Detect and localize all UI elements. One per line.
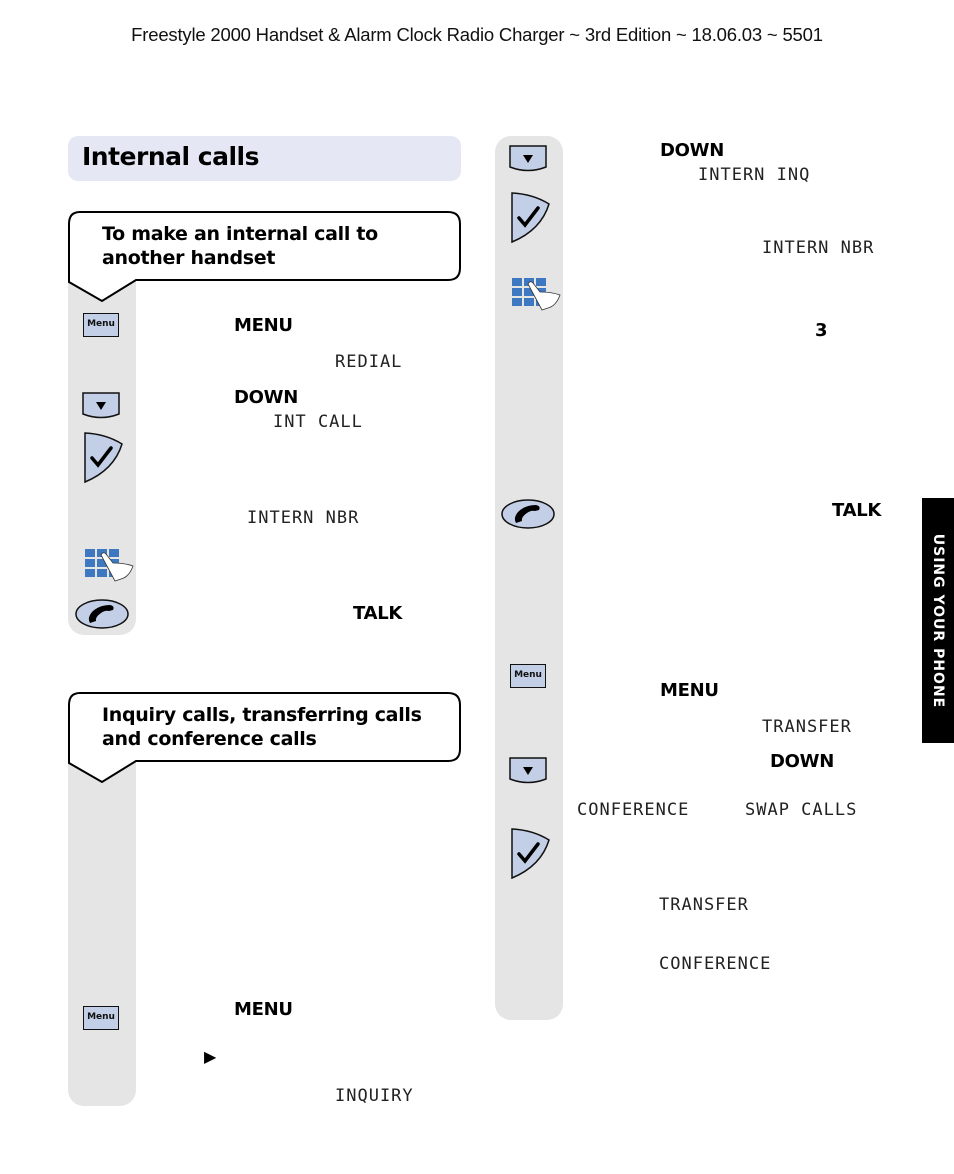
talk-key-icon: [501, 498, 557, 530]
lcd-text-intern-nbr: INTERN NBR: [247, 508, 360, 528]
lcd-text-transfer: TRANSFER: [762, 717, 852, 737]
side-tab-label: USING YOUR PHONE: [930, 533, 946, 708]
callout-inquiry-transfer-conference: Inquiry calls, transferring calls and co…: [68, 692, 461, 787]
ok-check-key-icon: [511, 828, 551, 880]
key-label-talk: TALK: [832, 500, 882, 521]
ok-check-key-icon: [84, 432, 124, 484]
callout-make-internal-call: To make an internal call to another hand…: [68, 211, 461, 306]
right-arrow-icon: ▶: [204, 1047, 217, 1066]
lcd-text-swap-calls: SWAP CALLS: [745, 800, 858, 820]
lcd-text-intern-inq: INTERN INQ: [698, 165, 811, 185]
section-side-tab: USING YOUR PHONE: [922, 498, 954, 743]
lcd-text-intern-nbr: INTERN NBR: [762, 238, 875, 258]
lcd-text-transfer: TRANSFER: [659, 895, 749, 915]
ok-check-key-icon: [511, 192, 551, 244]
keypad-icon: [85, 549, 137, 585]
running-header: Freestyle 2000 Handset & Alarm Clock Rad…: [131, 24, 823, 45]
left-rail-2: [68, 760, 136, 1106]
callout-heading: Inquiry calls, transferring calls and co…: [102, 704, 422, 750]
menu-key-icon: Menu: [510, 664, 546, 688]
key-label-menu: MENU: [660, 680, 719, 701]
digit-three: 3: [815, 320, 828, 341]
key-label-menu: MENU: [234, 999, 293, 1020]
lcd-text-redial: REDIAL: [335, 352, 403, 372]
key-label-down: DOWN: [234, 387, 298, 408]
key-label-down: DOWN: [660, 140, 724, 161]
lcd-text-int-call: INT CALL: [273, 412, 363, 432]
talk-key-icon: [75, 598, 131, 630]
section-title-band: Internal calls: [68, 136, 461, 181]
down-key-icon: [82, 392, 120, 420]
menu-key-icon: Menu: [83, 1006, 119, 1030]
lcd-text-inquiry: INQUIRY: [335, 1086, 414, 1106]
lcd-text-conference: CONFERENCE: [577, 800, 690, 820]
down-key-icon: [509, 145, 547, 173]
section-title: Internal calls: [82, 142, 259, 171]
callout-heading: To make an internal call to another hand…: [102, 223, 378, 269]
menu-key-icon: Menu: [83, 313, 119, 337]
key-label-down: DOWN: [770, 751, 834, 772]
down-key-icon: [509, 757, 547, 785]
key-label-talk: TALK: [353, 603, 403, 624]
lcd-text-conference: CONFERENCE: [659, 954, 772, 974]
right-rail: [495, 136, 563, 1020]
key-label-menu: MENU: [234, 315, 293, 336]
keypad-icon: [512, 278, 564, 314]
